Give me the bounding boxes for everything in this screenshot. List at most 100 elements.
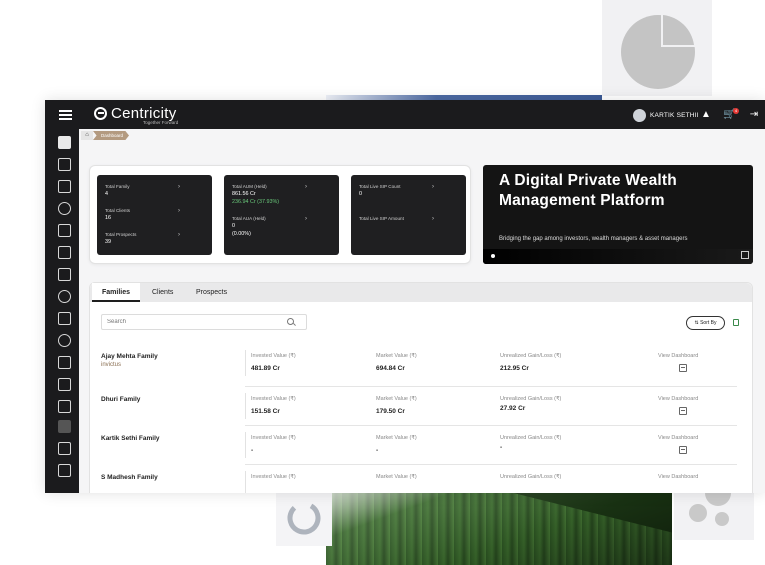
breadcrumb: ⌂ Dashboard [81, 131, 130, 140]
column-divider [245, 350, 246, 376]
tab-prospects[interactable]: Prospects [186, 283, 237, 302]
centricity-logo-icon [94, 107, 107, 120]
sidebar-square-icon[interactable] [58, 420, 71, 433]
excel-export-icon[interactable] [733, 319, 739, 326]
stat-total-family[interactable]: Total Family 4 › [105, 184, 205, 197]
row-separator [245, 425, 737, 426]
carousel-dot[interactable] [491, 254, 495, 258]
market-label: Market Value (₹) [376, 353, 417, 359]
sidebar-portfolio-icon[interactable] [58, 180, 71, 193]
family-name[interactable]: Ajay Mehta Family [101, 353, 158, 360]
stat-total-clients[interactable]: Total Clients 16 › [105, 208, 205, 221]
home-icon[interactable]: ⌂ [81, 131, 93, 140]
cart-count-badge: 4 [733, 108, 739, 114]
family-name[interactable]: Dhuri Family [101, 396, 140, 403]
stat-value: 0 [232, 223, 235, 229]
stat-value: 861.56 Cr [232, 191, 256, 197]
gain-label: Unrealized Gain/Loss (₹) [500, 396, 562, 402]
sidebar-list-icon[interactable] [58, 378, 71, 391]
sidebar-document-icon[interactable] [58, 246, 71, 259]
sidebar-monitor-icon[interactable] [58, 442, 71, 455]
sidebar-chart-icon[interactable] [58, 312, 71, 325]
sidebar-files-icon[interactable] [58, 268, 71, 281]
brand-tagline: Together Forward [143, 120, 179, 125]
sidebar-calculator-icon[interactable] [58, 356, 71, 369]
chevron-right-icon: › [432, 216, 434, 222]
sidebar-dashboard-icon[interactable] [58, 136, 71, 149]
stat-total-prospects[interactable]: Total Prospects 39 › [105, 232, 205, 245]
stat-total-aua[interactable]: Total AUA (Held) 0 (0.00%) › [232, 216, 332, 237]
pie-chart-icon [621, 13, 696, 89]
sidebar-analytics-icon[interactable] [58, 464, 71, 477]
tab-families[interactable]: Families [92, 283, 141, 302]
breadcrumb-current[interactable]: Dashboard [93, 131, 130, 140]
dashboard-view-icon[interactable] [679, 446, 687, 454]
invested-label: Invested Value (₹) [251, 474, 296, 480]
market-value: - [376, 447, 379, 454]
chevron-right-icon: › [178, 184, 180, 190]
invested-value: - [251, 447, 254, 454]
families-panel: Families Clients Prospects ⇅ Sort By Aja… [89, 282, 753, 493]
family-row[interactable]: Ajay Mehta Family invictus Invested Valu… [101, 347, 741, 385]
sidebar-settings-icon[interactable] [58, 334, 71, 347]
hero-subtitle: Bridging the gap among investors, wealth… [499, 236, 688, 242]
stat-sip-count[interactable]: Total Live SIP Count 0 › [359, 184, 459, 197]
hero-title: A Digital Private Wealth Management Plat… [499, 172, 677, 209]
dashboard-view-icon[interactable] [679, 407, 687, 415]
invested-label: Invested Value (₹) [251, 435, 296, 441]
bell-icon[interactable]: ▲ [700, 109, 712, 121]
chevron-right-icon: › [432, 184, 434, 190]
market-label: Market Value (₹) [376, 396, 417, 402]
search-input[interactable] [101, 314, 307, 330]
stat-label: Total Clients [105, 208, 131, 213]
tab-clients[interactable]: Clients [142, 283, 183, 302]
view-dashboard-label[interactable]: View Dashboard [658, 474, 698, 480]
column-divider [245, 432, 246, 458]
view-dashboard-label[interactable]: View Dashboard [658, 353, 698, 359]
family-row[interactable]: Kartik Sethi Family Invested Value (₹) -… [101, 425, 741, 467]
family-name[interactable]: Kartik Sethi Family [101, 435, 160, 442]
stat-value: 16 [105, 215, 111, 221]
chevron-right-icon: › [305, 216, 307, 222]
sidebar-reports-icon[interactable] [58, 158, 71, 171]
dashboard-view-icon[interactable] [679, 364, 687, 372]
user-name[interactable]: KARTIK SETHII [650, 112, 699, 119]
fullscreen-icon[interactable] [741, 251, 749, 259]
sidebar [45, 129, 79, 493]
view-dashboard-label[interactable]: View Dashboard [658, 396, 698, 402]
tab-bar: Families Clients Prospects [90, 283, 752, 302]
user-avatar-icon[interactable] [633, 109, 646, 122]
family-row[interactable]: S Madhesh Family Invested Value (₹) Mark… [101, 464, 741, 493]
market-label: Market Value (₹) [376, 435, 417, 441]
invested-value: 151.58 Cr [251, 408, 280, 415]
row-separator [245, 386, 737, 387]
invested-value: 481.89 Cr [251, 365, 280, 372]
stat-label: Total Live SIP Count [359, 184, 401, 189]
chevron-right-icon: › [178, 232, 180, 238]
family-name[interactable]: S Madhesh Family [101, 474, 158, 481]
sort-button[interactable]: ⇅ Sort By [686, 316, 725, 330]
stat-label: Total Live SIP Amount [359, 216, 404, 221]
stat-subvalue: 236.94 Cr (37.93%) [232, 199, 280, 205]
hero-banner: A Digital Private Wealth Management Plat… [483, 165, 753, 264]
family-subtitle: invictus [101, 362, 122, 368]
search-icon[interactable] [287, 318, 294, 325]
stat-value: 4 [105, 191, 108, 197]
stat-total-aum[interactable]: Total AUM (Held) 861.56 Cr 236.94 Cr (37… [232, 184, 332, 205]
chevron-right-icon: › [305, 184, 307, 190]
stat-value: 39 [105, 239, 111, 245]
view-dashboard-label[interactable]: View Dashboard [658, 435, 698, 441]
hamburger-icon[interactable] [59, 110, 72, 120]
sidebar-goals-icon[interactable] [58, 202, 71, 215]
family-row[interactable]: Dhuri Family Invested Value (₹) 151.58 C… [101, 386, 741, 428]
sidebar-calendar-icon[interactable] [58, 400, 71, 413]
stat-card-counts: Total Family 4 › Total Clients 16 › Tota… [97, 175, 212, 255]
sidebar-gear-icon[interactable] [58, 290, 71, 303]
sidebar-book-icon[interactable] [58, 224, 71, 237]
logout-icon[interactable]: ⇥ [748, 109, 760, 121]
stat-sip-amount[interactable]: Total Live SIP Amount › [359, 216, 459, 223]
gain-value: 27.92 Cr [500, 405, 526, 412]
market-value: 694.84 Cr [376, 365, 405, 372]
column-divider [245, 471, 246, 493]
stage: Centricity Together Forward KARTIK SETHI… [0, 0, 765, 565]
